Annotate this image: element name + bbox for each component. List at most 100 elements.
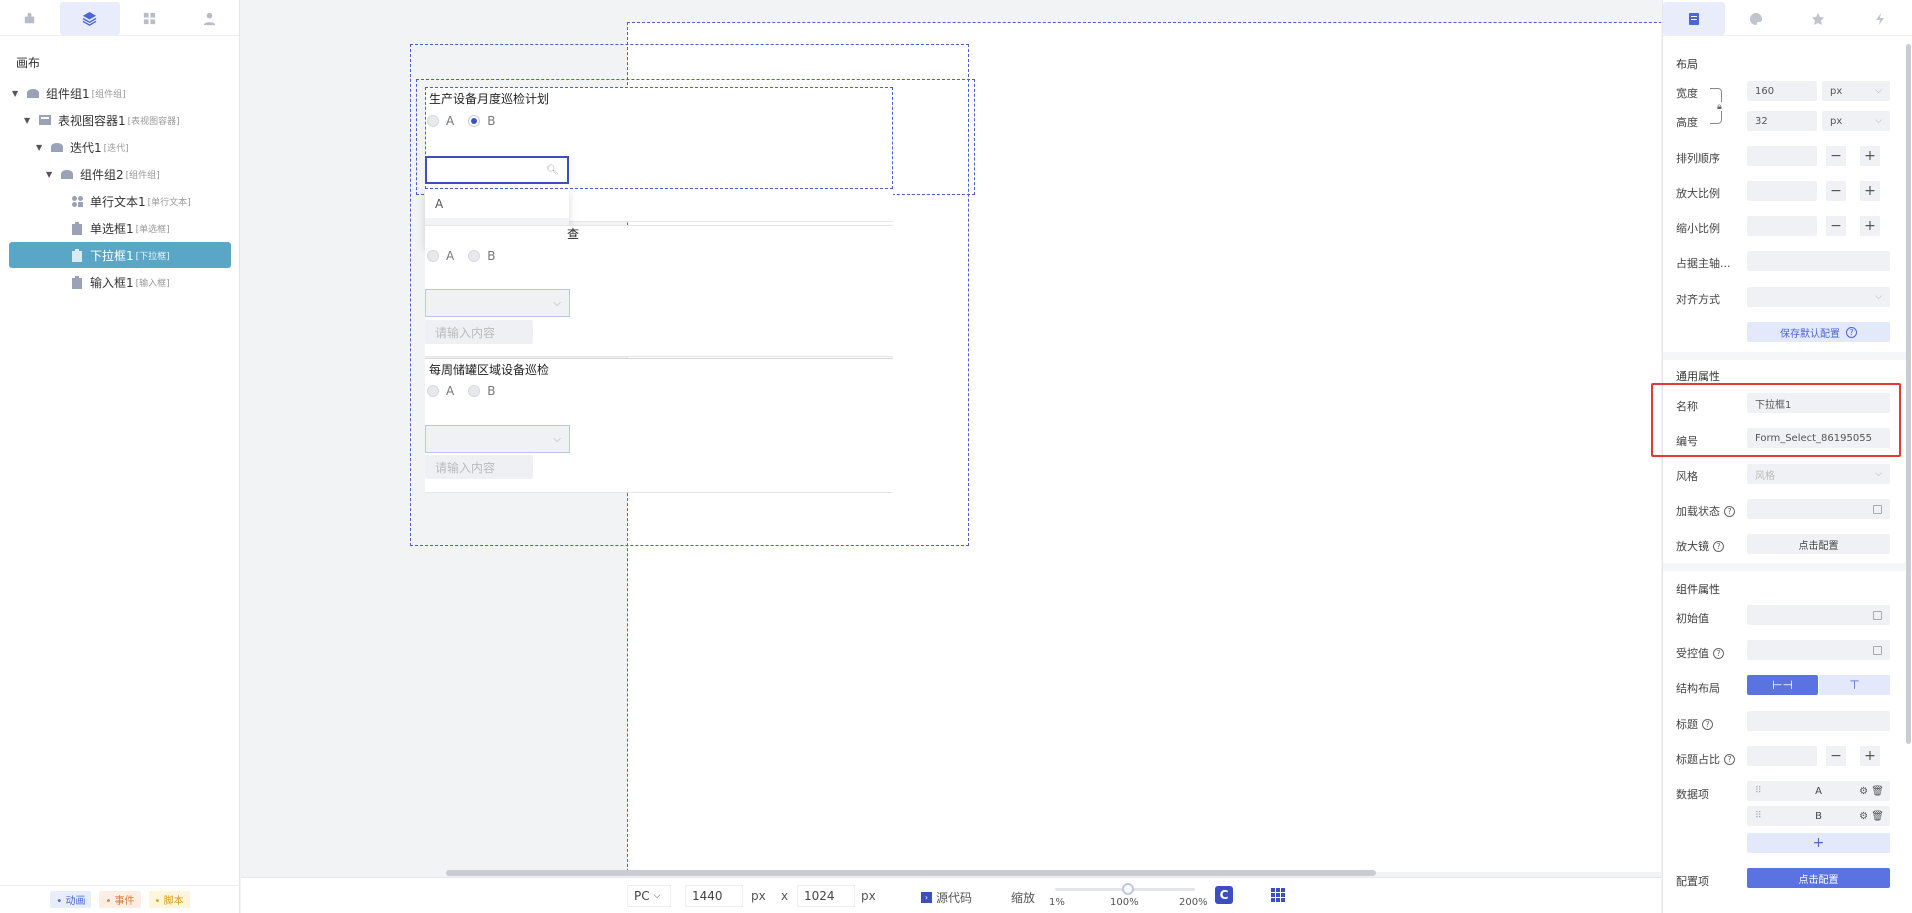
animation-tag[interactable]: • 动画 — [50, 891, 92, 908]
radio-option-b[interactable] — [468, 115, 481, 127]
expression-icon[interactable] — [1873, 504, 1882, 514]
refresh-icon[interactable]: C — [1215, 886, 1233, 904]
tree-node-input[interactable]: 输入框1 [输入框] — [70, 270, 170, 294]
radio-group: A B — [427, 114, 509, 128]
canvas-root-label[interactable]: 画布 — [16, 54, 40, 71]
device-select[interactable]: PC ⌵ — [627, 885, 671, 907]
common-section-title: 通用属性 — [1676, 370, 1720, 383]
item-actions: ⚙ 🗑︎ — [1859, 786, 1884, 797]
shrink-decrement-button[interactable]: − — [1826, 216, 1846, 236]
tab-components[interactable] — [0, 2, 60, 35]
tab-layers[interactable] — [59, 2, 120, 35]
trash-icon[interactable]: 🗑︎ — [1871, 811, 1884, 822]
tab-users[interactable] — [179, 2, 239, 35]
caption-ratio-input[interactable] — [1747, 746, 1817, 766]
caret-down-icon[interactable]: ▼ — [46, 170, 56, 179]
config-button[interactable]: 点击配置 — [1747, 868, 1890, 888]
data-item-row[interactable]: ⠿ A ⚙ 🗑︎ — [1747, 781, 1890, 801]
add-data-item-button[interactable]: + — [1747, 833, 1890, 853]
drag-handle-icon[interactable]: ⠿ — [1755, 811, 1762, 821]
grow-decrement-button[interactable]: − — [1826, 181, 1846, 201]
zoom-slider-handle[interactable] — [1122, 883, 1134, 895]
radio-option-a[interactable] — [427, 385, 439, 397]
caret-down-icon[interactable]: ▼ — [36, 143, 46, 152]
tree-node-label: 表视图容器1 — [58, 113, 126, 128]
tab-properties[interactable] — [1663, 2, 1725, 35]
caption-ratio-increment-button[interactable]: + — [1860, 746, 1880, 766]
help-icon[interactable]: ? — [1713, 540, 1724, 552]
horizontal-scrollbar[interactable] — [446, 870, 1376, 876]
initial-input[interactable] — [1747, 605, 1890, 625]
caption-ratio-decrement-button[interactable]: − — [1826, 746, 1846, 766]
controlled-input[interactable] — [1747, 640, 1890, 660]
help-icon[interactable]: ? — [1702, 718, 1713, 730]
select-field[interactable]: ⌵ — [425, 425, 570, 453]
tree-node-group2[interactable]: ▼ 组件组2 [组件组] — [46, 162, 160, 186]
grow-increment-button[interactable]: + — [1860, 181, 1880, 201]
lightning-icon — [1876, 12, 1884, 25]
drag-handle-icon[interactable]: ⠿ — [1755, 786, 1762, 796]
select-field[interactable]: ⌵ — [425, 289, 570, 317]
data-item-row[interactable]: ⠿ B ⚙ 🗑︎ — [1747, 806, 1890, 826]
order-decrement-button[interactable]: − — [1826, 146, 1846, 166]
horizontal-layout-button[interactable]: ⊢⊣ — [1747, 675, 1818, 695]
gear-icon[interactable]: ⚙ — [1859, 786, 1868, 797]
basis-label: 占据主轴... — [1676, 257, 1731, 270]
tab-templates[interactable] — [120, 2, 180, 35]
script-tag[interactable]: • 脚本 — [148, 891, 190, 908]
width-input[interactable]: 160 — [1747, 81, 1817, 101]
gear-icon[interactable]: ⚙ — [1859, 811, 1868, 822]
tree-node-radio[interactable]: 单选框1 [单选框] — [70, 216, 170, 240]
radio-option-a[interactable] — [427, 250, 439, 262]
event-tag[interactable]: • 事件 — [99, 891, 141, 908]
height-input[interactable]: 32 — [1747, 111, 1817, 131]
radio-option-b[interactable] — [468, 385, 481, 397]
expression-icon[interactable] — [1873, 645, 1882, 655]
shrink-input[interactable] — [1747, 216, 1817, 236]
tree-node-iterator[interactable]: ▼ 迭代1 [迭代] — [36, 135, 129, 159]
grid-icon[interactable] — [1271, 888, 1285, 902]
magnifier-config-button[interactable]: 点击配置 — [1747, 534, 1890, 554]
height-unit-select[interactable]: px ⌵ — [1822, 111, 1890, 131]
canvas-height-input[interactable]: 1024 — [797, 885, 855, 907]
unit-label: px — [751, 889, 766, 903]
tree-node-select[interactable]: 下拉框1 [下拉框] — [9, 242, 231, 268]
vertical-layout-button[interactable]: ⊤ — [1819, 675, 1890, 695]
trash-icon[interactable]: 🗑︎ — [1871, 786, 1884, 797]
source-code-button[interactable]: › 源代码 — [921, 889, 972, 906]
tree-node-group1[interactable]: ▼ 组件组1 [组件组] — [12, 81, 126, 105]
expression-icon[interactable] — [1873, 610, 1882, 620]
help-icon[interactable]: ? — [1724, 753, 1735, 765]
save-default-button[interactable]: 保存默认配置 ? — [1747, 322, 1890, 342]
radio-option-a[interactable] — [427, 115, 439, 127]
radio-option-b[interactable] — [468, 250, 481, 262]
tree-node-type: [下拉框] — [135, 251, 170, 262]
shrink-increment-button[interactable]: + — [1860, 216, 1880, 236]
tab-actions[interactable] — [1849, 2, 1911, 35]
caret-down-icon[interactable]: ▼ — [12, 89, 22, 98]
text-input[interactable]: 请输入内容 — [425, 320, 533, 344]
caret-down-icon[interactable]: ▼ — [24, 116, 34, 125]
loading-input[interactable] — [1747, 499, 1890, 519]
text-input[interactable]: 请输入内容 — [425, 455, 533, 479]
canvas-width-input[interactable]: 1440 — [685, 885, 743, 907]
help-icon[interactable]: ? — [1724, 505, 1735, 517]
tab-style[interactable] — [1725, 2, 1787, 35]
lock-icon[interactable]: 🔒︎ — [1717, 102, 1726, 112]
order-input[interactable] — [1747, 146, 1817, 166]
dropdown-option-a[interactable]: A — [425, 190, 569, 218]
help-icon[interactable]: ? — [1713, 647, 1724, 659]
vertical-scrollbar[interactable] — [1906, 44, 1911, 744]
grow-input[interactable] — [1747, 181, 1817, 201]
order-increment-button[interactable]: + — [1860, 146, 1880, 166]
caption-input[interactable] — [1747, 711, 1890, 731]
style-select[interactable]: 风格 ⌵ — [1747, 464, 1890, 484]
tab-advanced[interactable] — [1787, 2, 1849, 35]
width-unit-select[interactable]: px ⌵ — [1822, 81, 1890, 101]
tree-node-text[interactable]: 单行文本1 [单行文本] — [70, 189, 191, 213]
basis-input[interactable] — [1747, 251, 1890, 271]
align-select[interactable]: ⌵ — [1747, 287, 1890, 307]
select-field-active[interactable]: 🔍︎ — [425, 156, 569, 184]
tree-node-table-view[interactable]: ▼ 表视图容器1 [表视图容器] — [24, 108, 180, 132]
highlight-annotation — [1651, 383, 1901, 457]
